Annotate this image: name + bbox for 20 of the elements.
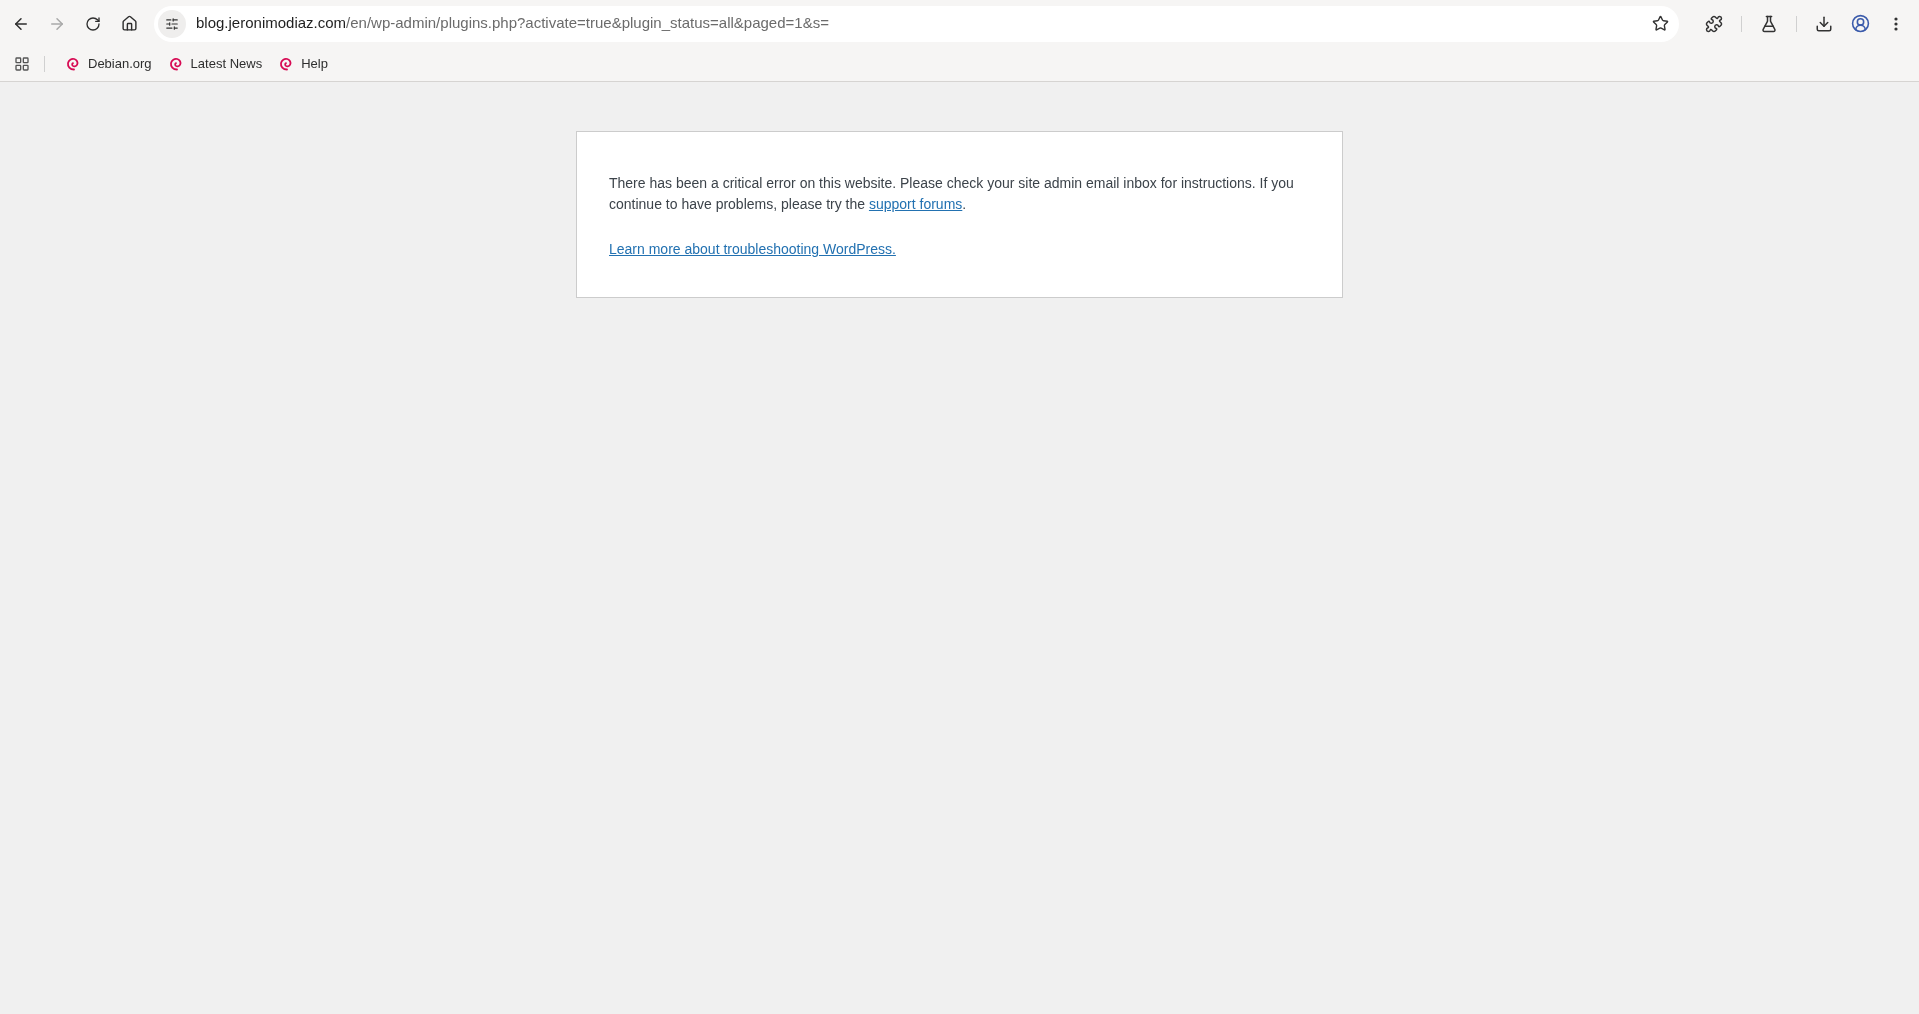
swirl-logo-icon — [167, 56, 184, 72]
bookmark-star-icon[interactable] — [1652, 15, 1669, 32]
apps-grid-icon[interactable] — [14, 56, 30, 72]
reload-icon — [85, 15, 101, 32]
sliders-icon — [165, 16, 179, 31]
bookmark-item[interactable]: Latest News — [161, 51, 269, 77]
error-message: There has been a critical error on this website. Please check your site admin email inbox for instructions. If you continue to have problems, please try the support forums. — [609, 174, 1295, 214]
url-text: blog.jeronimodiaz.com/en/wp-admin/plugins.php?activate=true&plugin_status=all&paged=1&s= — [196, 13, 829, 34]
menu-icon — [1894, 16, 1898, 31]
flask-icon — [1760, 14, 1778, 33]
puzzle-icon — [1705, 14, 1723, 33]
troubleshooting-link[interactable]: Learn more about troubleshooting WordPress. — [609, 239, 896, 260]
bookmark-item[interactable]: Debian.org — [59, 51, 158, 77]
swirl-logo-icon — [65, 56, 81, 72]
profile-icon — [1850, 14, 1870, 33]
home-icon — [120, 15, 138, 32]
download-icon — [1815, 14, 1833, 33]
bookmark-item[interactable]: Help — [272, 51, 334, 77]
address-bar[interactable]: blog.jeronimodiaz.com/en/wp-admin/plugins.php?activate=true&plugin_status=all&paged=1&s= — [154, 5, 1679, 42]
site-settings-icon[interactable] — [158, 9, 186, 38]
